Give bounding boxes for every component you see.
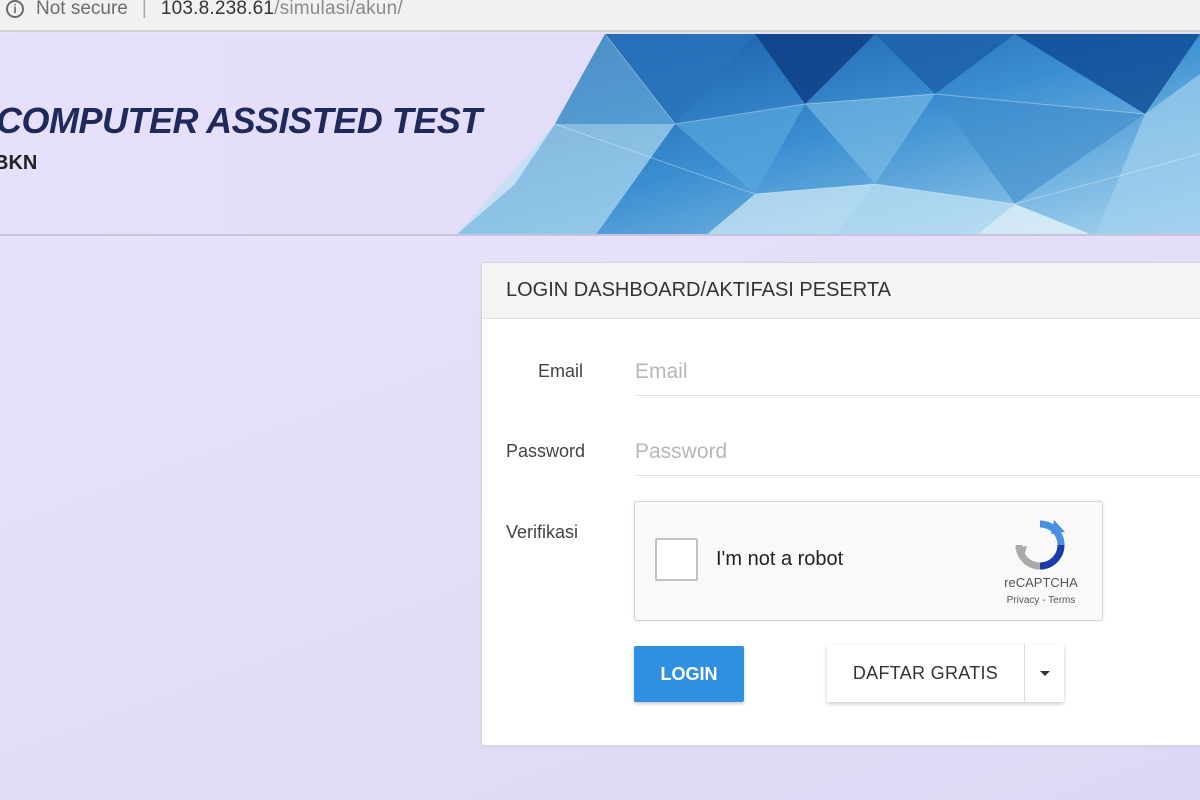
security-status: Not secure [36,0,128,19]
email-label: Email [538,361,584,381]
register-button-group: DAFTAR GRATIS [827,644,1064,702]
register-button[interactable]: DAFTAR GRATIS [827,644,1025,702]
login-panel: LOGIN DASHBOARD/AKTIFASI PESERTA Email P… [481,262,1200,746]
captcha-text: I'm not a robot [716,548,844,570]
captcha-privacy-terms-link[interactable]: Privacy - Terms [991,595,1091,606]
app-title: COMPUTER ASSISTED TEST [0,100,482,141]
browser-address-bar[interactable]: i Not secure | 103.8.238.61/simulasi/aku… [0,0,1200,32]
captcha-brand: reCAPTCHA [1004,575,1078,590]
url-path: /simulasi/akun/ [274,0,403,19]
register-dropdown-toggle[interactable] [1025,644,1064,702]
info-icon[interactable]: i [6,0,24,18]
captcha-checkbox[interactable] [655,538,698,581]
email-field[interactable] [635,348,1200,396]
caret-down-icon [1039,670,1050,676]
recaptcha-widget[interactable]: I'm not a robot reCAPTCHA Privacy - Term… [634,501,1103,621]
address-separator: | [141,0,147,19]
password-label: Password [506,441,586,461]
url-host: 103.8.238.61 [160,0,275,19]
app-subtitle: BKN [0,152,38,174]
url-text[interactable]: 103.8.238.61/simulasi/akun/ [161,0,403,20]
page-header: COMPUTER ASSISTED TEST BKN [0,34,1200,236]
banner-geometric-art [456,34,1200,234]
verification-label: Verifikasi [506,522,579,542]
login-button[interactable]: LOGIN [634,646,744,702]
password-field[interactable] [635,428,1200,476]
panel-heading: LOGIN DASHBOARD/AKTIFASI PESERTA [482,263,1200,319]
recaptcha-logo-icon [1015,520,1065,570]
